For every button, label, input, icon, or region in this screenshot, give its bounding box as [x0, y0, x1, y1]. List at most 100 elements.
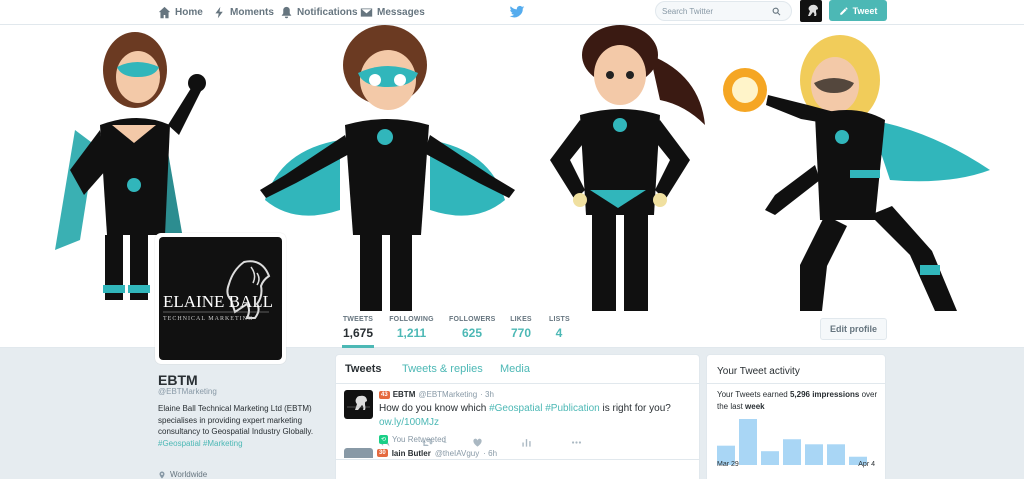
location-pin-icon	[159, 471, 165, 478]
logo-wordmark: ELAINE BALL	[163, 292, 273, 311]
avatar-logo: ELAINE BALL TECHNICAL MARKETING	[159, 237, 282, 360]
activity-bar	[739, 419, 757, 465]
stat-tweets[interactable]: TWEETS 1,675	[342, 316, 374, 348]
axis-end-date: Apr 4	[858, 461, 875, 468]
search-box[interactable]	[655, 1, 792, 21]
hero-figure-3	[550, 25, 705, 311]
bio-text: Elaine Ball Technical Marketing Ltd (EBT…	[158, 404, 314, 436]
stat-following[interactable]: FOLLOWING 1,211	[389, 316, 434, 348]
envelope-icon	[360, 7, 373, 17]
location-label: Worldwide	[170, 470, 208, 479]
nav-home-label: Home	[175, 6, 203, 18]
tweet-button-label: Tweet	[852, 5, 878, 16]
next-tweet-badge: 30	[377, 449, 388, 457]
activity-summary: Your Tweets earned 5,296 impressions ove…	[717, 389, 882, 413]
stat-value: 1,211	[396, 326, 427, 340]
stat-label: LIKES	[510, 316, 532, 323]
stat-label: FOLLOWING	[389, 316, 434, 323]
tweet-activity-card[interactable]: Your Tweet activity Your Tweets earned 5…	[706, 354, 886, 479]
profile-location: Worldwide	[158, 470, 207, 479]
stat-label: FOLLOWERS	[449, 316, 496, 323]
stat-label: LISTS	[549, 316, 570, 323]
activity-divider	[707, 383, 885, 384]
account-avatar[interactable]	[800, 0, 822, 22]
profile-bio: Elaine Ball Technical Marketing Ltd (EBT…	[158, 403, 328, 449]
profile-stats-bar: TWEETS 1,675 FOLLOWING 1,211 FOLLOWERS 6…	[0, 311, 1024, 348]
nav-messages[interactable]: Messages	[360, 0, 425, 24]
tweet-text: How do you know which #Geospatial #Publi…	[379, 402, 689, 430]
next-tweet-avatar[interactable]	[344, 448, 373, 458]
twitter-bird-icon[interactable]	[509, 4, 525, 20]
stat-value: 770	[510, 326, 532, 340]
nav-notifications-label: Notifications	[297, 6, 358, 18]
retweeted-indicator: ⟲ You Retweeted	[379, 435, 446, 444]
horse-logo-icon	[347, 395, 370, 410]
activity-bar	[827, 444, 845, 465]
compose-icon	[839, 6, 848, 15]
tweet-text-end: is right for you?	[602, 403, 671, 414]
nav-moments[interactable]: Moments	[213, 0, 274, 24]
tweet-link[interactable]: ow.ly/100MJz	[379, 417, 439, 428]
search-input[interactable]	[662, 6, 772, 16]
next-tweet-author[interactable]: Iain Butler	[392, 449, 431, 458]
logo-tagline: TECHNICAL MARKETING	[163, 316, 253, 322]
bio-hashtag-marketing[interactable]: #Marketing	[203, 439, 243, 448]
tweet-button[interactable]: Tweet	[829, 0, 887, 21]
next-tweet-handle[interactable]: @theIAVguy	[435, 449, 479, 458]
tweet-hashtag-geospatial[interactable]: #Geospatial	[489, 403, 542, 414]
retweet-badge-icon: ⟲	[379, 435, 388, 444]
nav-notifications[interactable]: Notifications	[280, 0, 358, 24]
tweet-author-name[interactable]: EBTM	[393, 390, 416, 399]
nav-moments-label: Moments	[230, 6, 274, 18]
tweet-author-handle[interactable]: @EBTMarketing	[418, 390, 477, 399]
stat-value: 4	[555, 326, 563, 340]
nav-home[interactable]: Home	[158, 0, 203, 24]
ebtm-logo-image: ELAINE BALL TECHNICAL MARKETING	[163, 260, 273, 322]
hero-figure-4	[723, 35, 990, 311]
stat-likes[interactable]: LIKES 770	[509, 316, 533, 348]
tweet-text-start: How do you know which	[379, 403, 487, 414]
search-icon[interactable]	[772, 7, 781, 16]
next-tweet-header[interactable]: 30 Iain Butler @theIAVguy · 6h	[344, 448, 497, 458]
home-icon	[158, 6, 171, 18]
more-icon[interactable]	[571, 437, 582, 448]
stat-value: 625	[461, 326, 483, 340]
analytics-icon[interactable]	[521, 437, 532, 448]
activity-title: Your Tweet activity	[717, 366, 800, 377]
superhero-banner-image	[55, 25, 990, 311]
edit-profile-button[interactable]: Edit profile	[820, 318, 887, 340]
activity-bar	[761, 451, 779, 465]
hero-figure-2	[260, 25, 515, 311]
axis-start-date: Mar 29	[717, 461, 739, 468]
tweet-time[interactable]: · 3h	[480, 390, 494, 399]
stat-label: TWEETS	[342, 316, 374, 323]
horse-logo-icon	[808, 4, 818, 17]
tab-tweets[interactable]: Tweets	[345, 363, 381, 375]
next-tweet-time[interactable]: · 6h	[483, 449, 497, 458]
profile-name[interactable]: EBTM	[158, 372, 198, 388]
bio-hashtag-geospatial[interactable]: #Geospatial	[158, 439, 201, 448]
tweet-hashtag-publication[interactable]: #Publication	[545, 403, 599, 414]
tab-media[interactable]: Media	[500, 363, 530, 375]
profile-avatar[interactable]: ELAINE BALL TECHNICAL MARKETING	[155, 233, 286, 364]
lightning-icon	[215, 6, 223, 18]
timeline-tabs: Tweets Tweets & replies Media	[336, 355, 699, 384]
tab-tweets-replies[interactable]: Tweets & replies	[402, 363, 483, 375]
tweet-badge: 43	[379, 390, 390, 399]
top-navigation: Home Moments Notifications Messages Twee…	[0, 0, 1024, 25]
activity-text-pre: Your Tweets earned	[717, 390, 788, 399]
tweet-avatar[interactable]	[344, 390, 373, 419]
tweet-header: 43 EBTM @EBTMarketing · 3h	[379, 390, 494, 399]
heart-icon[interactable]	[472, 437, 483, 448]
activity-bar	[783, 439, 801, 465]
activity-bar	[805, 444, 823, 465]
activity-period: week	[745, 402, 765, 411]
nav-messages-label: Messages	[377, 6, 425, 18]
stat-lists[interactable]: LISTS 4	[549, 316, 570, 348]
timeline-panel: Tweets Tweets & replies Media 43 EBTM @E…	[335, 354, 700, 479]
profile-handle[interactable]: @EBTMarketing	[158, 387, 217, 396]
activity-impressions: 5,296 impressions	[789, 390, 860, 399]
retweeted-label: You Retweeted	[392, 435, 446, 444]
stat-followers[interactable]: FOLLOWERS 625	[449, 316, 495, 348]
impressions-bar-chart	[717, 419, 867, 465]
